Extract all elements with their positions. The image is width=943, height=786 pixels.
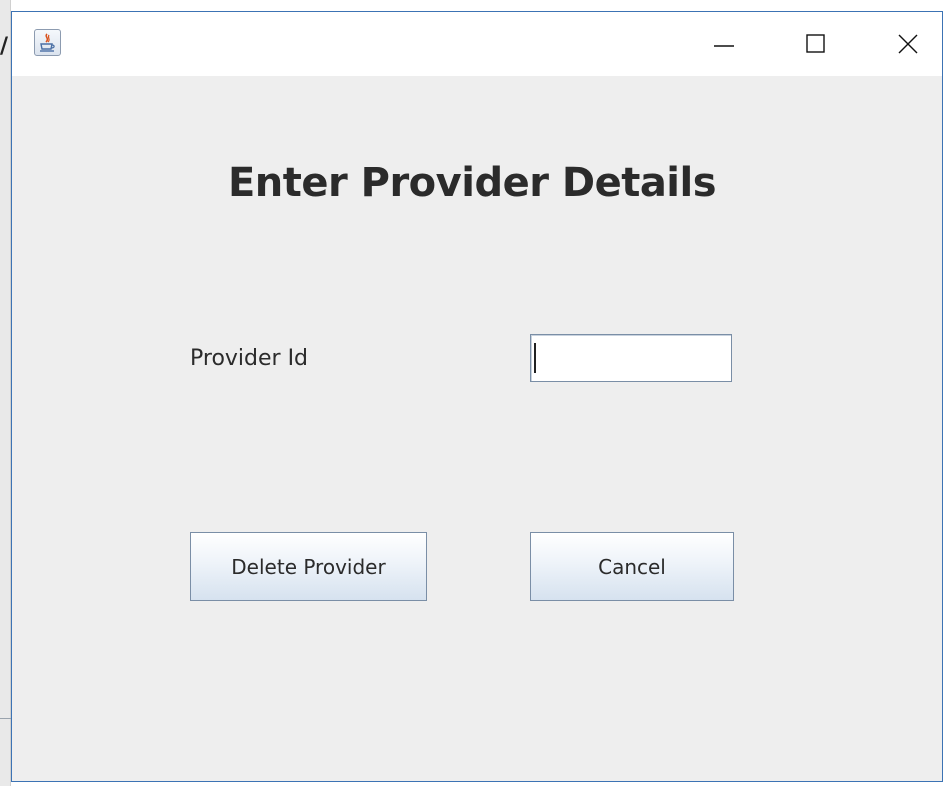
java-cup-icon[interactable] [34,29,61,56]
maximize-icon [806,34,825,53]
close-button[interactable] [860,12,943,76]
provider-id-label: Provider Id [190,346,309,371]
title-bar[interactable] [12,12,942,76]
page-title: Enter Provider Details [227,160,717,206]
maximize-button[interactable] [768,12,860,76]
minimize-button[interactable] [676,12,768,76]
provider-id-input[interactable] [530,334,732,382]
background-glyph: / [0,34,9,59]
minimize-icon [714,45,734,47]
close-icon [898,34,918,54]
cancel-button[interactable]: Cancel [530,532,734,601]
dialog-window: Enter Provider Details Provider Id Delet… [11,11,943,782]
background-window-edge [0,0,11,786]
delete-provider-button[interactable]: Delete Provider [190,532,427,601]
text-cursor [534,343,536,373]
